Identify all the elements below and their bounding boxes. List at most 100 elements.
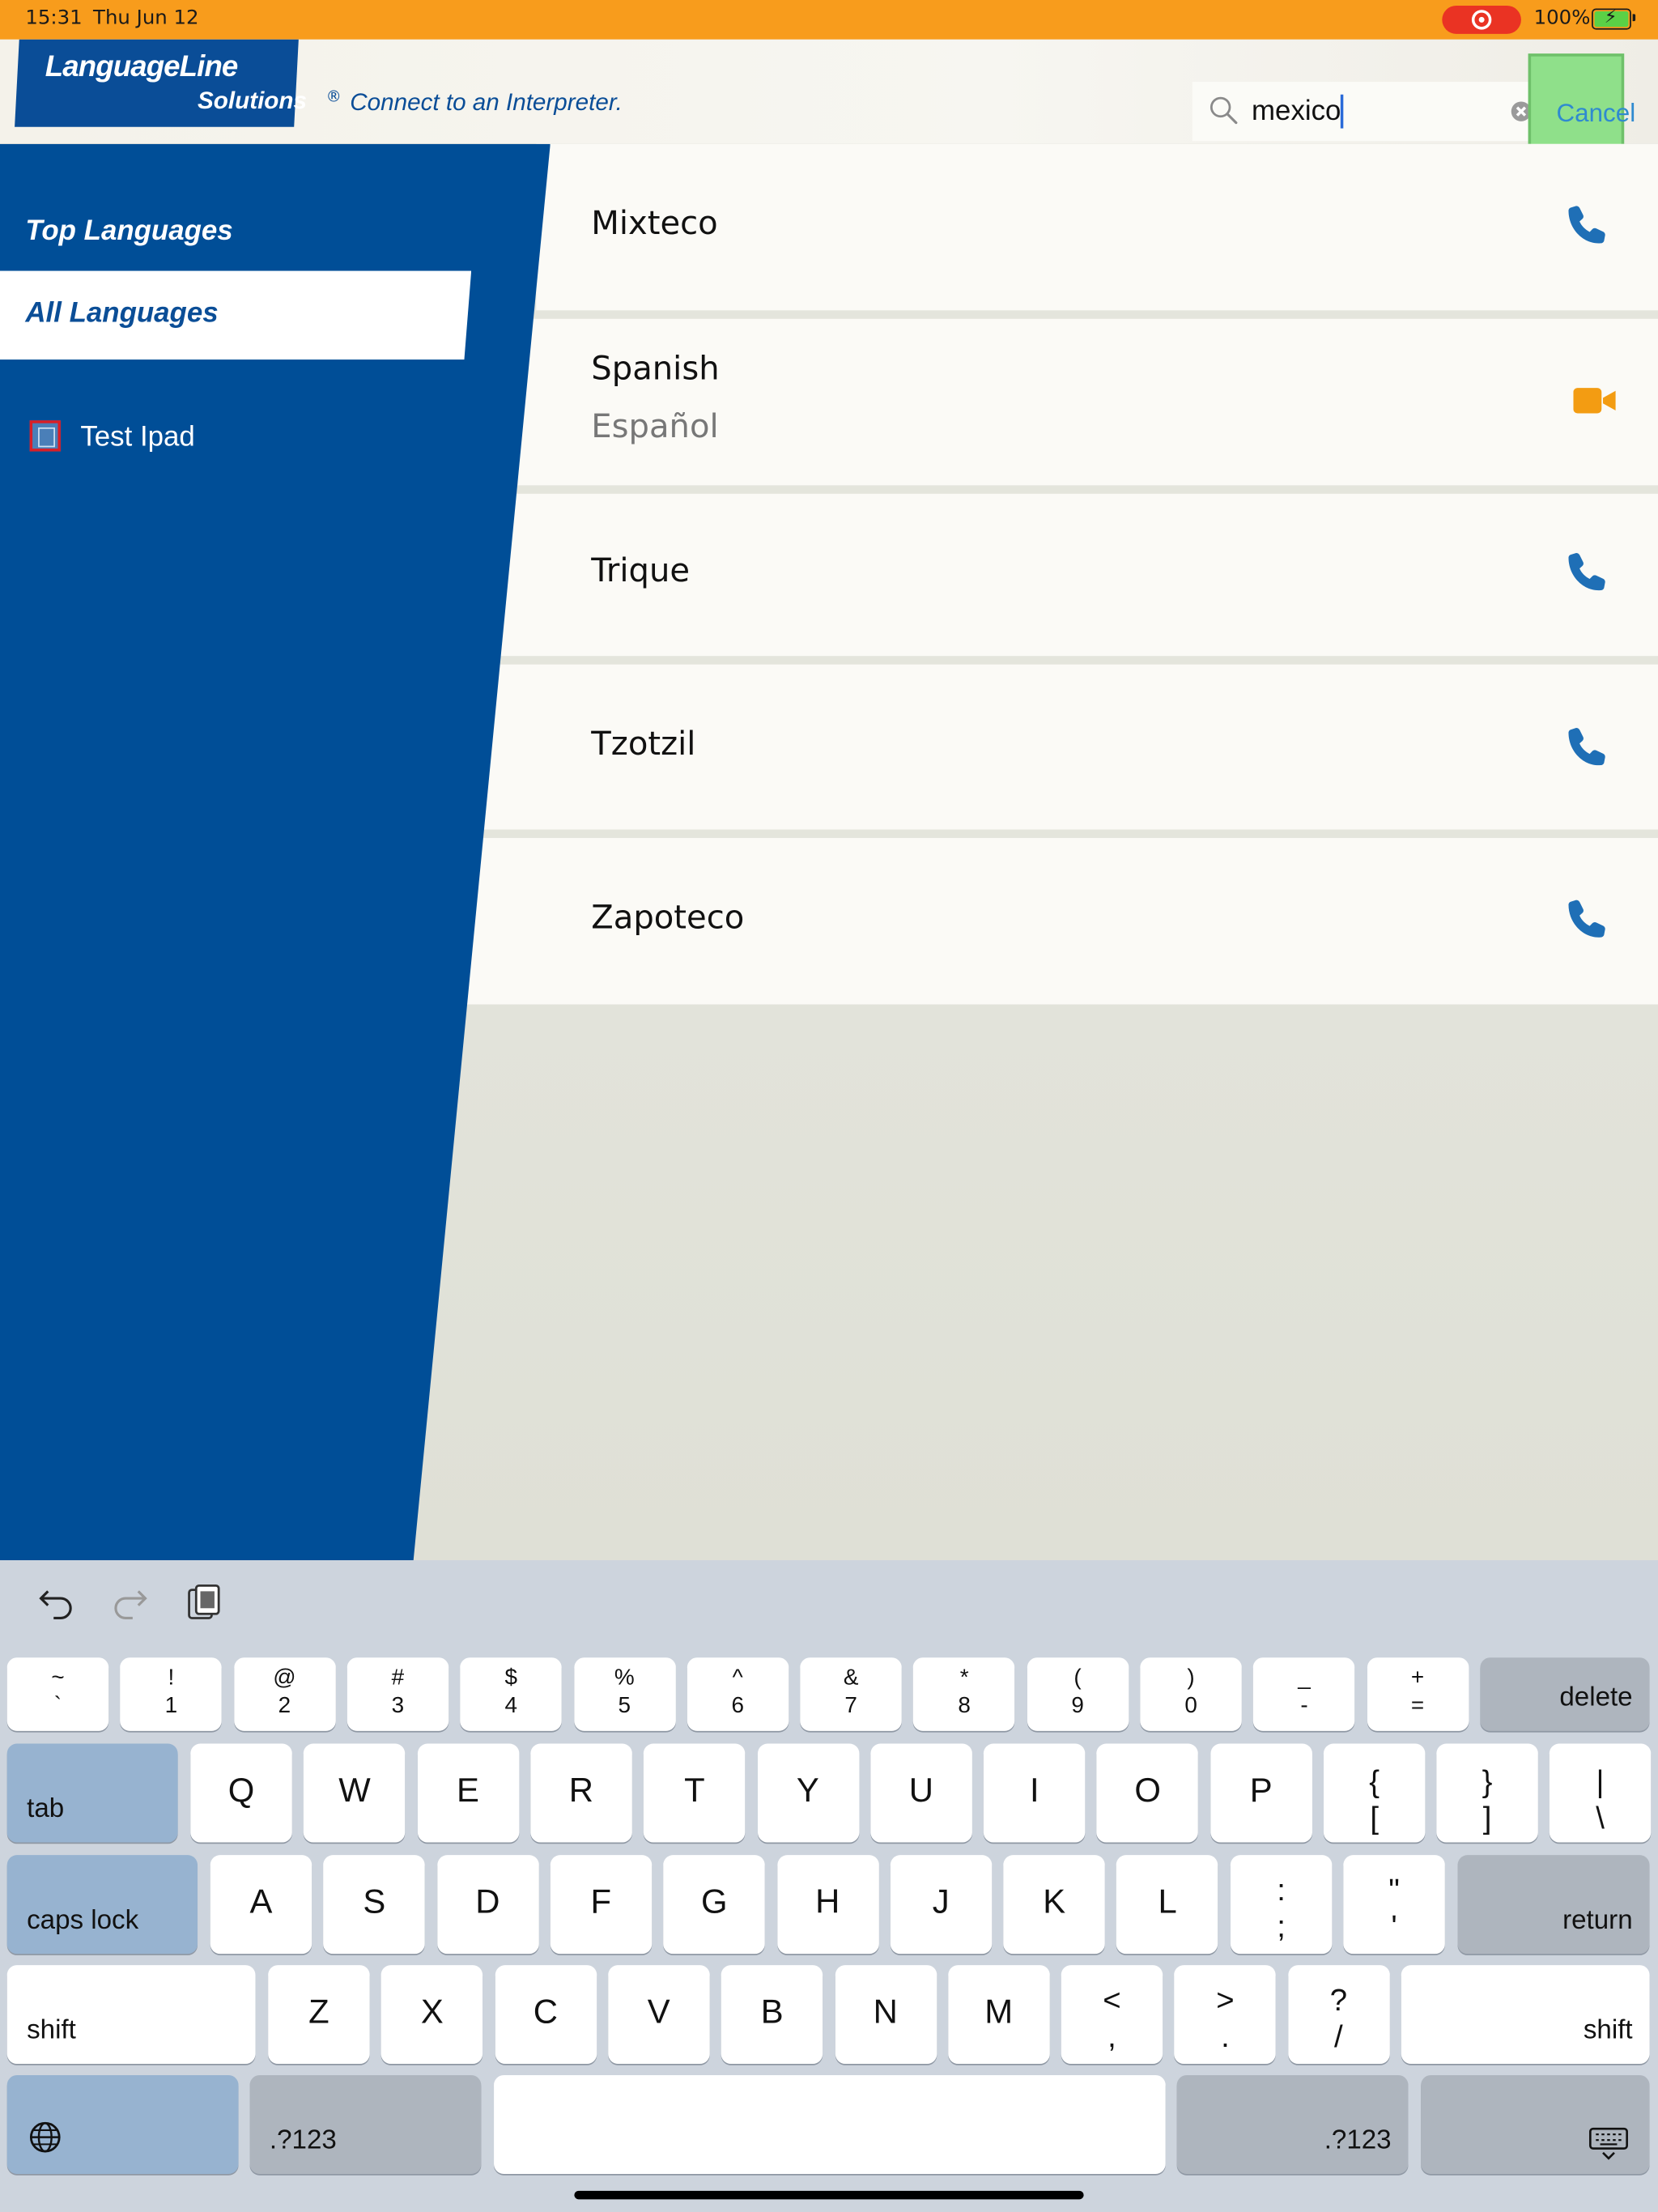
logo-title: LanguageLine [45,50,239,83]
key-v[interactable]: V [608,1965,710,2065]
key-bracket-2[interactable]: | \ [1549,1743,1652,1843]
key-bracket-0[interactable]: {[ [1323,1743,1426,1843]
key-5[interactable]: % 5 [573,1657,676,1731]
key-w[interactable]: W [304,1743,406,1843]
key-e[interactable]: E [417,1743,519,1843]
key-punct-1[interactable]: " ' [1343,1855,1445,1955]
numbers-left-key[interactable]: .?123 [249,2074,482,2174]
numbers-right-key[interactable]: .?123 [1176,2074,1409,2174]
key-punct2-1[interactable]: >. [1174,1965,1277,2065]
key-m[interactable]: M [947,1965,1050,2065]
key-p[interactable]: P [1209,1743,1312,1843]
key-f[interactable]: F [550,1855,653,1955]
key-s[interactable]: S [323,1855,426,1955]
list-item[interactable]: Spanish Español [517,318,1658,486]
return-key[interactable]: return [1457,1855,1650,1955]
key-n[interactable]: N [834,1965,937,2065]
key-i[interactable]: I [984,1743,1086,1843]
key-g[interactable]: G [663,1855,766,1955]
key-r[interactable]: R [530,1743,632,1843]
key-3[interactable]: #3 [346,1657,449,1731]
undo-icon[interactable] [36,1583,76,1623]
key-b[interactable]: B [721,1965,823,2065]
tab-key[interactable]: tab [6,1743,178,1843]
phone-icon[interactable] [1565,725,1610,771]
key-punct2-0[interactable]: <, [1061,1965,1163,2065]
battery-icon: ⚡ [1592,7,1636,30]
dismiss-keyboard-key[interactable] [1421,2074,1650,2174]
key-o[interactable]: O [1096,1743,1199,1843]
key-10[interactable]: ) 0 [1140,1657,1242,1731]
phone-icon[interactable] [1565,897,1610,942]
key-4[interactable]: $4 [460,1657,563,1731]
home-indicator[interactable] [574,2190,1084,2200]
caps-lock-key[interactable]: caps lock [6,1855,198,1955]
key-char: 3 [391,1694,405,1719]
key-12[interactable]: + = [1367,1657,1469,1731]
shift-right-key[interactable]: shift [1401,1965,1650,2065]
key-punct-0[interactable]: :; [1230,1855,1333,1955]
key-h[interactable]: H [776,1855,879,1955]
cancel-button[interactable]: Cancel [1528,53,1635,150]
redo-icon[interactable] [110,1583,150,1623]
list-item[interactable]: Zapoteco [466,837,1658,1005]
key-9[interactable]: (9 [1027,1657,1129,1731]
key-char: 1 [164,1694,178,1719]
key-char: ` [53,1694,62,1719]
key-c[interactable]: C [495,1965,597,2065]
key-punct2-2[interactable]: ? / [1287,1965,1390,2065]
list-item[interactable]: Trique [500,493,1658,657]
key-label: .?123 [269,2125,337,2156]
key-char: / [1334,2018,1343,2054]
key-0[interactable]: ~ ` [6,1657,109,1731]
key-char: M [984,1993,1014,2031]
list-item[interactable]: Mixteco [536,143,1658,311]
language-name: Mixteco [591,206,718,243]
shift-left-key[interactable]: shift [6,1965,256,2065]
key-char: H [815,1883,840,1922]
key-8[interactable]: * 8 [913,1657,1015,1731]
list-item[interactable]: Tzotzil [483,664,1658,830]
key-char: ; [1277,1908,1286,1944]
screen-recording-indicator[interactable] [1442,5,1521,34]
delete-key[interactable]: delete [1480,1657,1650,1731]
key-z[interactable]: Z [268,1965,370,2065]
key-q[interactable]: Q [190,1743,292,1843]
paste-icon[interactable] [184,1583,223,1623]
key-l[interactable]: L [1116,1855,1218,1955]
key-7[interactable]: & 7 [800,1657,902,1731]
key-char: Z [308,1993,329,2031]
key-char: 4 [504,1694,518,1719]
key-d[interactable]: D [436,1855,539,1955]
key-bracket-1[interactable]: }] [1436,1743,1538,1843]
key-6[interactable]: ^ 6 [687,1657,789,1731]
key-1[interactable]: ! 1 [120,1657,223,1731]
key-y[interactable]: Y [757,1743,859,1843]
key-shift-char: @ [273,1665,296,1691]
key-u[interactable]: U [870,1743,972,1843]
key-char: L [1158,1883,1177,1922]
sidebar-item-top-languages[interactable]: Top Languages [25,216,232,249]
key-j[interactable]: J [890,1855,992,1955]
key-t[interactable]: T [644,1743,746,1843]
key-char: - [1300,1694,1308,1719]
space-key[interactable] [494,2074,1166,2174]
registered-mark: ® [325,87,342,106]
key-char: = [1410,1694,1425,1719]
video-camera-icon[interactable] [1573,386,1616,415]
key-2[interactable]: @2 [233,1657,336,1731]
phone-icon[interactable] [1565,551,1610,596]
key-11[interactable]: _ - [1253,1657,1355,1731]
key-shift-char: ( [1073,1665,1082,1691]
key-shift-char: + [1410,1665,1425,1691]
key-char: O [1134,1772,1161,1810]
key-a[interactable]: A [210,1855,312,1955]
key-k[interactable]: K [1003,1855,1105,1955]
sidebar-item-all-languages[interactable]: All Languages [0,270,472,360]
phone-icon[interactable] [1565,203,1610,249]
key-x[interactable]: X [381,1965,483,2065]
key-char: 9 [1071,1694,1084,1719]
globe-key[interactable] [6,2074,239,2174]
search-input[interactable] [1252,90,1506,133]
search-bar[interactable] [1192,82,1540,142]
